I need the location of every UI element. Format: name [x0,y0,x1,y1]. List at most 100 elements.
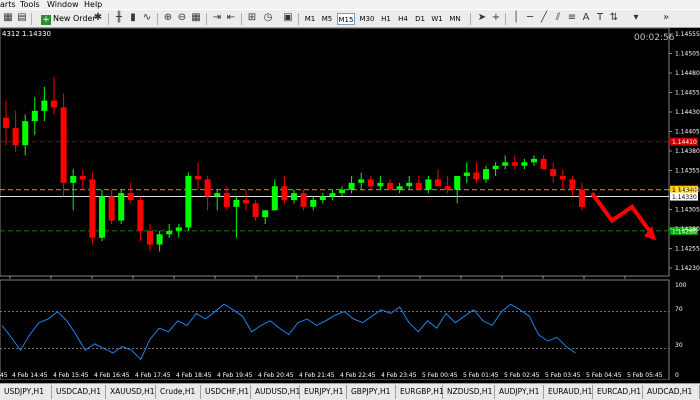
candle-body [291,193,297,200]
line-chart-icon[interactable]: ∿ [141,12,153,24]
cursor-icon[interactable]: ➤ [476,12,488,24]
menu-tools[interactable]: Tools [20,0,40,9]
tab-audcad[interactable]: AUDCAD,H1 [643,385,700,399]
chart-window[interactable]: 1.14410 1.14340 1.14330 1.14280 1.14555 1.14… [0,27,700,381]
time-tick-label: 5 Feb 03:45 [545,372,581,379]
bar-chart-icon[interactable]: ╫ [113,12,125,24]
timeframe-m30[interactable]: M30 [358,13,376,25]
candlestick-icon[interactable]: ▮ [127,12,139,24]
tab-usdjpy[interactable]: USDJPY,H1 [0,385,52,399]
candle-body [233,200,240,207]
candle-body [175,227,182,231]
timeframe-d1[interactable]: D1 [413,13,427,25]
chart-shift-icon[interactable]: ⇤ [225,12,237,24]
time-tick-label: 5 Feb 01:45 [463,372,499,379]
candle-body [156,234,163,245]
candle-body [79,176,86,180]
zoom-out-icon[interactable]: ⊖ [176,12,188,24]
timeframe-mn[interactable]: MN [447,13,463,25]
periods-icon[interactable]: ◷ [262,12,274,24]
rsi-tick-label: 30 [675,342,683,349]
autoscroll-icon[interactable]: ⇥ [211,12,223,24]
price-tick-label: 1.14555 [675,31,700,38]
tab-usdchf[interactable]: USDCHF,H1 [201,385,251,399]
candle-body [137,200,144,231]
text-label-icon[interactable]: T [594,12,606,24]
menu-charts[interactable]: arts [0,0,16,9]
templates-icon[interactable]: ▣ [282,12,294,24]
dropdown-icon[interactable]: ▾ [630,12,642,24]
candle-body [41,100,48,111]
candle-body [473,172,480,180]
tab-audusd[interactable]: AUDUSD,H1 [251,385,300,399]
price-tick-label: 1.14505 [675,51,700,58]
tab-audjpy[interactable]: AUDJPY,H1 [495,385,544,399]
rsi-tick-label: 70 [675,306,683,313]
candle-body [579,189,585,207]
time-tick-label: 5 Feb 00:45 [422,372,458,379]
text-tool-icon[interactable]: A [580,12,592,24]
vertical-line-icon[interactable]: │ [510,12,522,24]
timeframe-m1[interactable]: M1 [303,13,317,25]
candle-body [367,179,374,187]
horizontal-line-icon[interactable]: ─ [524,12,536,24]
candle-body [185,176,192,228]
profiles-icon[interactable]: ▤ [16,12,28,24]
candle-body [118,193,125,221]
new-order-label: New Order [53,14,96,23]
candle-body [223,193,230,207]
menu-window[interactable]: Window [47,0,79,9]
tab-crude[interactable]: Crude,H1 [156,385,201,399]
candle-body [348,182,355,190]
arrows-icon[interactable]: ⇅ [608,12,620,24]
candle-body [22,121,29,146]
tile-windows-icon[interactable]: ▦ [190,12,202,24]
candle-body [310,200,317,207]
equidistant-channel-icon[interactable]: ⫽ [552,12,564,24]
candle-body [262,210,269,218]
tab-gbpjpy[interactable]: GBPJPY,H1 [347,385,396,399]
candle-body [540,158,547,170]
timeframe-h1[interactable]: H1 [379,13,393,25]
new-chart-icon[interactable]: ▦ [2,12,14,24]
tab-euraud[interactable]: EURAUD,H1 [544,385,593,399]
fibonacci-icon[interactable]: ≡ [566,12,578,24]
candle-body [406,182,413,187]
candle-body [511,162,518,166]
time-tick-label: 4 Feb 17:45 [135,372,171,379]
rsi-tick-label: 0 [675,372,679,379]
price-tick-label: 1.14280 [675,226,700,233]
timeframe-h4[interactable]: H4 [396,13,410,25]
tab-eurcad[interactable]: EURCAD,H1 [593,385,643,399]
trendline-icon[interactable]: ╱ [538,12,550,24]
crosshair-icon[interactable]: + [490,12,502,24]
indicators-icon[interactable]: ⊞ [246,12,258,24]
tab-xauusd[interactable]: XAUUSD,H1 [106,385,156,399]
candle-body [271,186,278,211]
rsi-tick-label: 100 [675,282,687,289]
menu-help[interactable]: Help [84,0,102,9]
candle-body [195,176,201,180]
tab-eurgbp[interactable]: EURGBP,H1 [396,385,444,399]
tab-nzdusd[interactable]: NZDUSD,H1 [443,385,495,399]
tab-eurjpy[interactable]: EURJPY,H1 [300,385,347,399]
timeframe-m15[interactable]: M15 [337,13,355,25]
price-tick-label: 1.14380 [675,148,700,155]
expert-advisors-icon[interactable]: ✱ [92,12,104,24]
candle-body [319,196,326,200]
chart-canvas[interactable]: 1.144101.143401.143301.14280 1.145551.14… [0,27,700,381]
new-order-button[interactable]: + New Order [41,12,96,25]
chart-tabs: USDJPY,H1 USDCAD,H1 XAUUSD,H1 Crude,H1 U… [0,383,700,400]
candle-body [444,186,451,190]
candle-body [492,165,499,170]
chevron-right-icon[interactable]: » [660,12,672,24]
candle-body [127,193,134,200]
candle-body [108,196,115,221]
timeframe-m5[interactable]: M5 [320,13,334,25]
timeframe-w1[interactable]: W1 [430,13,444,25]
chart-header-text: 4312 1.14330 [2,30,51,38]
tab-usdcad[interactable]: USDCAD,H1 [52,385,106,399]
candle-body [463,172,470,176]
candle-body [483,169,489,180]
zoom-in-icon[interactable]: ⊕ [162,12,174,24]
